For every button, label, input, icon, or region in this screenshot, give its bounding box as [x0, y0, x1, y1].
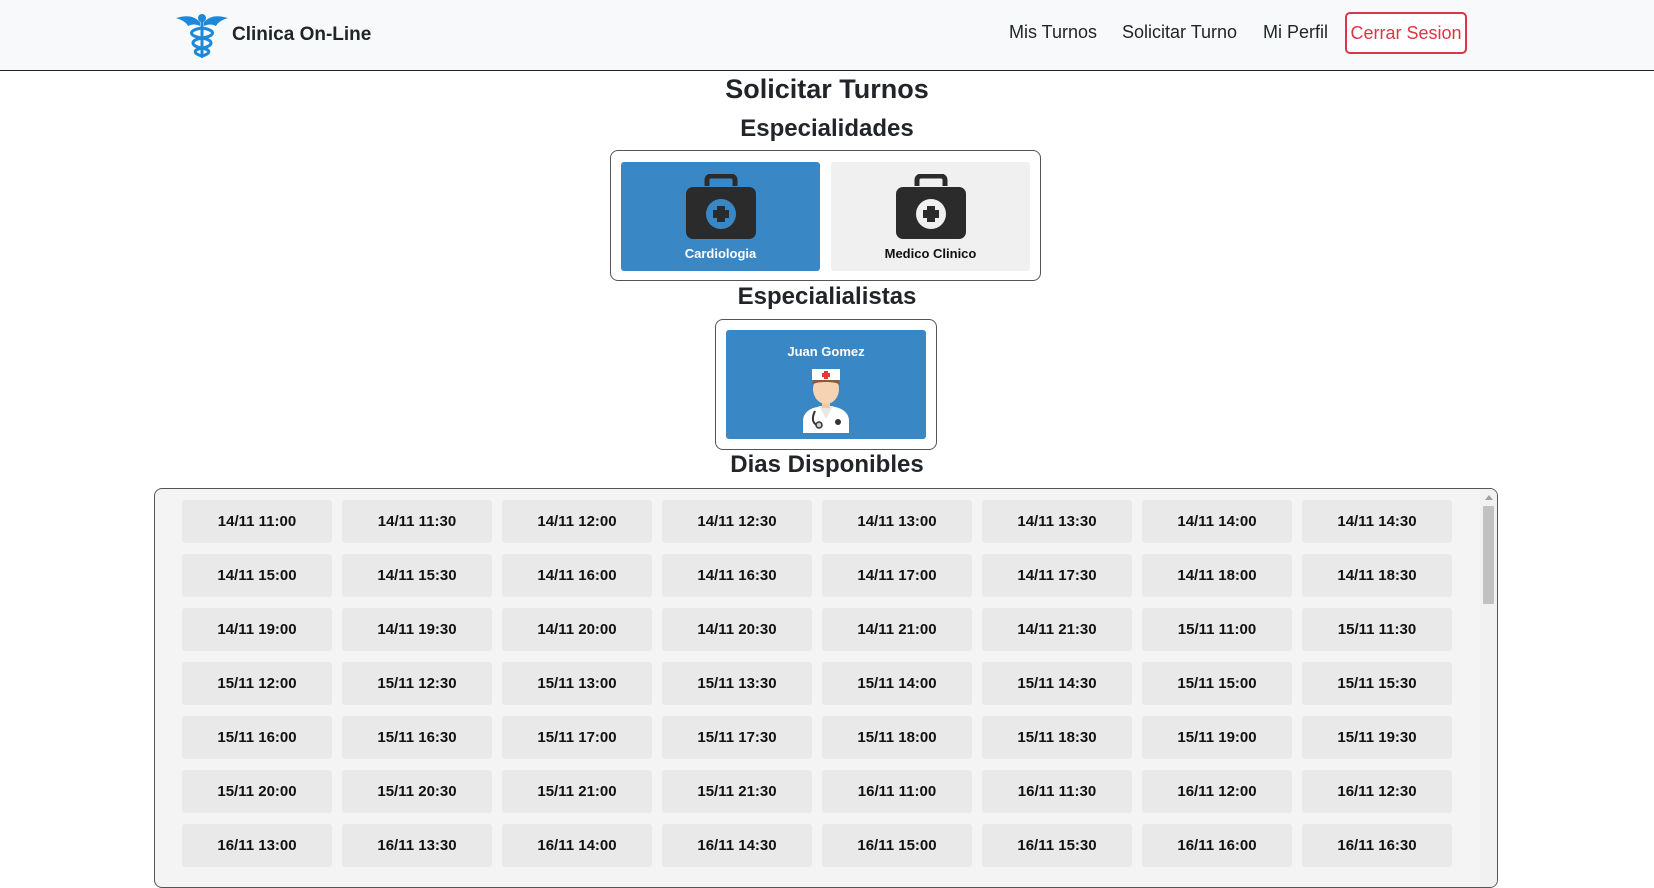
time-slot-button[interactable]: 15/11 12:00 [182, 662, 332, 705]
time-slot-button[interactable]: 14/11 11:00 [182, 500, 332, 543]
time-slot-button[interactable]: 15/11 18:30 [982, 716, 1132, 759]
specialty-label: Cardiologia [684, 246, 757, 261]
specialties-heading: Especialidades [740, 115, 914, 142]
brand[interactable]: Clinica On-Line [176, 10, 371, 60]
time-slot-button[interactable]: 15/11 13:00 [502, 662, 652, 705]
slots-panel: 14/11 11:00 14/11 11:30 14/11 12:00 14/11 1… [154, 488, 1498, 888]
time-slot-button[interactable]: 14/11 12:00 [502, 500, 652, 543]
time-slot-button[interactable]: 16/11 11:30 [982, 770, 1132, 813]
time-slot-button[interactable]: 16/11 15:30 [982, 824, 1132, 867]
time-slot-button[interactable]: 16/11 12:30 [1302, 770, 1452, 813]
navbar: Clinica On-Line Mis Turnos Solicitar Tur… [0, 0, 1654, 71]
time-slot-button[interactable]: 15/11 14:00 [822, 662, 972, 705]
time-slot-button[interactable]: 16/11 11:00 [822, 770, 972, 813]
brand-name: Clinica On-Line [232, 24, 372, 45]
medical-kit-icon [685, 174, 756, 239]
time-slot-button[interactable]: 16/11 14:00 [502, 824, 652, 867]
page-title: Solicitar Turnos [725, 74, 929, 104]
specialty-card-medico-clinico[interactable]: Medico Clinico [831, 162, 1030, 271]
time-slot-button[interactable]: 14/11 21:00 [822, 608, 972, 651]
logout-button[interactable]: Cerrar Sesion [1345, 12, 1467, 54]
nav-mis-turnos[interactable]: Mis Turnos [1009, 22, 1097, 43]
time-slot-button[interactable]: 14/11 15:00 [182, 554, 332, 597]
time-slot-button[interactable]: 15/11 15:30 [1302, 662, 1452, 705]
time-slot-button[interactable]: 14/11 11:30 [342, 500, 492, 543]
time-slot-button[interactable]: 15/11 12:30 [342, 662, 492, 705]
specialists-heading: Especialialistas [737, 283, 917, 310]
slots-grid: 14/11 11:00 14/11 11:30 14/11 12:00 14/11 1… [182, 500, 1452, 867]
time-slot-button[interactable]: 15/11 18:00 [822, 716, 972, 759]
slots-scrollbar[interactable] [1480, 489, 1497, 887]
time-slot-button[interactable]: 15/11 21:30 [662, 770, 812, 813]
time-slot-button[interactable]: 15/11 16:00 [182, 716, 332, 759]
time-slot-button[interactable]: 16/11 16:30 [1302, 824, 1452, 867]
time-slot-button[interactable]: 15/11 16:30 [342, 716, 492, 759]
time-slot-button[interactable]: 16/11 13:30 [342, 824, 492, 867]
time-slot-button[interactable]: 16/11 15:00 [822, 824, 972, 867]
time-slot-button[interactable]: 15/11 21:00 [502, 770, 652, 813]
time-slot-button[interactable]: 14/11 17:00 [822, 554, 972, 597]
time-slot-button[interactable]: 14/11 20:30 [662, 608, 812, 651]
time-slot-button[interactable]: 16/11 12:00 [1142, 770, 1292, 813]
specialties-panel: Cardiologia Medico Clinico [610, 150, 1041, 281]
medical-kit-icon [895, 174, 966, 239]
specialty-label: Medico Clinico [884, 246, 977, 261]
time-slot-button[interactable]: 15/11 17:30 [662, 716, 812, 759]
time-slot-button[interactable]: 15/11 19:30 [1302, 716, 1452, 759]
specialty-card-cardiologia[interactable]: Cardiologia [621, 162, 820, 271]
time-slot-button[interactable]: 15/11 15:00 [1142, 662, 1292, 705]
time-slot-button[interactable]: 15/11 13:30 [662, 662, 812, 705]
time-slot-button[interactable]: 15/11 11:30 [1302, 608, 1452, 651]
time-slot-button[interactable]: 16/11 14:30 [662, 824, 812, 867]
time-slot-button[interactable]: 14/11 16:00 [502, 554, 652, 597]
time-slot-button[interactable]: 14/11 18:00 [1142, 554, 1292, 597]
time-slot-button[interactable]: 15/11 14:30 [982, 662, 1132, 705]
time-slot-button[interactable]: 14/11 17:30 [982, 554, 1132, 597]
time-slot-button[interactable]: 15/11 17:00 [502, 716, 652, 759]
time-slot-button[interactable]: 14/11 13:00 [822, 500, 972, 543]
nav-mi-perfil[interactable]: Mi Perfil [1263, 22, 1328, 43]
time-slot-button[interactable]: 14/11 20:00 [502, 608, 652, 651]
time-slot-button[interactable]: 14/11 15:30 [342, 554, 492, 597]
days-heading: Dias Disponibles [730, 451, 924, 478]
doctor-avatar-icon [803, 369, 849, 433]
time-slot-button[interactable]: 14/11 19:00 [182, 608, 332, 651]
time-slot-button[interactable]: 14/11 13:30 [982, 500, 1132, 543]
scroll-thumb[interactable] [1483, 506, 1494, 604]
specialists-panel: Juan Gomez [715, 319, 937, 450]
specialist-name: Juan Gomez [787, 344, 865, 359]
time-slot-button[interactable]: 15/11 20:00 [182, 770, 332, 813]
time-slot-button[interactable]: 14/11 16:30 [662, 554, 812, 597]
nav-solicitar-turno[interactable]: Solicitar Turno [1122, 22, 1237, 43]
time-slot-button[interactable]: 14/11 12:30 [662, 500, 812, 543]
time-slot-button[interactable]: 15/11 11:00 [1142, 608, 1292, 651]
time-slot-button[interactable]: 14/11 21:30 [982, 608, 1132, 651]
scroll-up-arrow-icon[interactable] [1485, 495, 1493, 500]
time-slot-button[interactable]: 15/11 19:00 [1142, 716, 1292, 759]
time-slot-button[interactable]: 14/11 14:30 [1302, 500, 1452, 543]
time-slot-button[interactable]: 15/11 20:30 [342, 770, 492, 813]
specialist-card-juan-gomez[interactable]: Juan Gomez [726, 330, 926, 439]
caduceus-icon [176, 14, 228, 58]
time-slot-button[interactable]: 16/11 16:00 [1142, 824, 1292, 867]
time-slot-button[interactable]: 14/11 18:30 [1302, 554, 1452, 597]
time-slot-button[interactable]: 16/11 13:00 [182, 824, 332, 867]
time-slot-button[interactable]: 14/11 19:30 [342, 608, 492, 651]
time-slot-button[interactable]: 14/11 14:00 [1142, 500, 1292, 543]
